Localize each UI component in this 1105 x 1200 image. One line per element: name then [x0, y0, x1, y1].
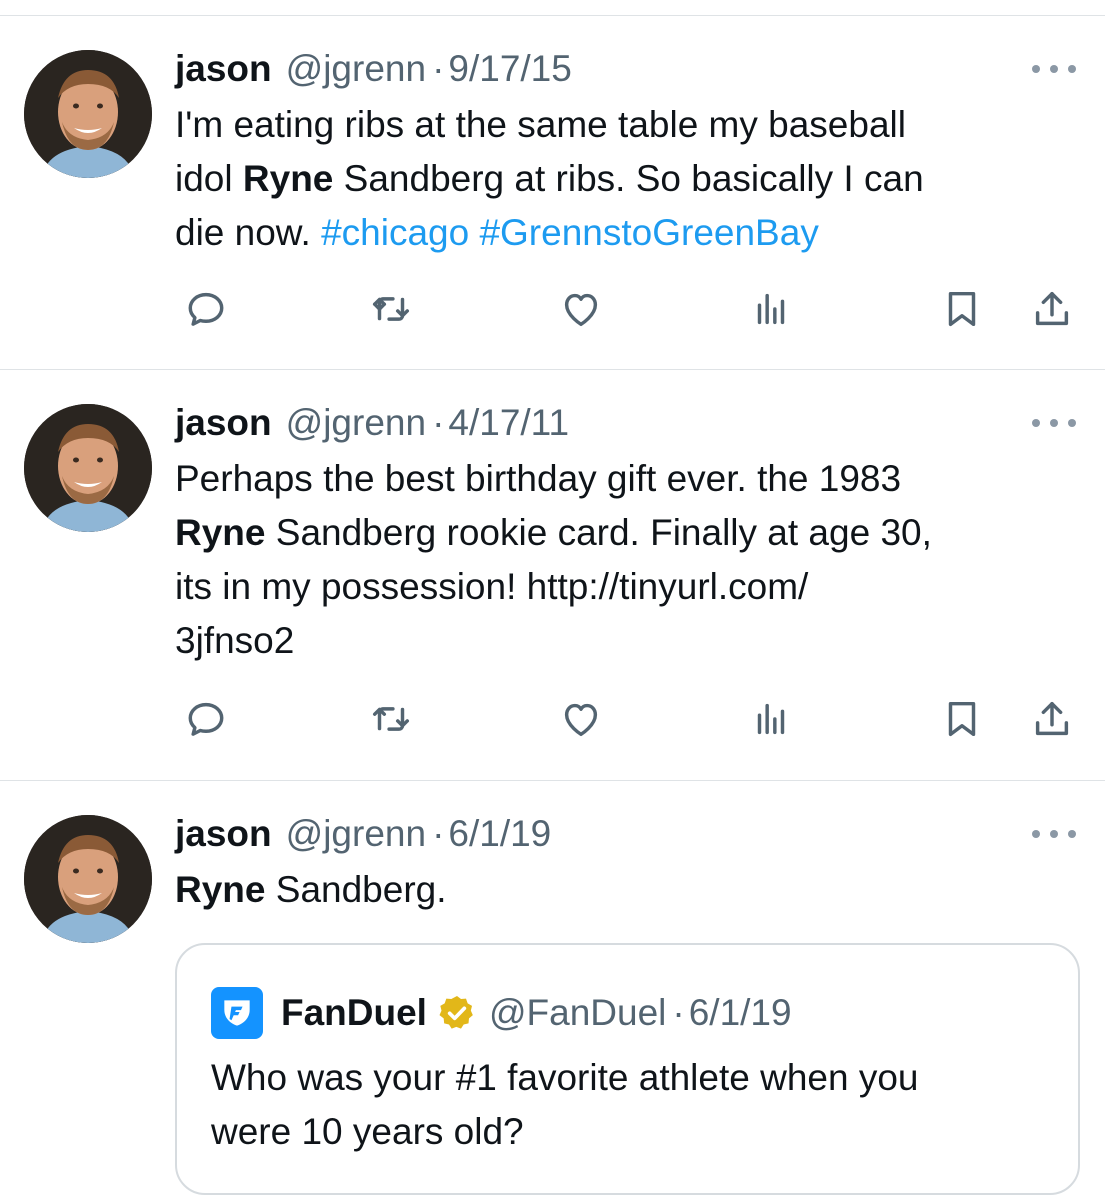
tweet[interactable]: jason @jgrenn · 9/17/15 I'm eating ribs … [0, 0, 1105, 369]
quoted-tweet-header: FanDuel @FanDuel · 6/1/19 [211, 983, 792, 1043]
quoted-tweet-text: Who was your #1 favorite athlete when yo… [211, 1051, 1051, 1159]
tweet-header: jason @jgrenn · 6/1/19 [175, 813, 551, 857]
more-icon[interactable] [1032, 59, 1076, 79]
author-name[interactable]: jason [175, 402, 272, 444]
quoted-tweet-date[interactable]: 6/1/19 [689, 992, 792, 1034]
tweet-text: I'm eating ribs at the same table my bas… [175, 98, 1075, 260]
quoted-author-handle[interactable]: @FanDuel [489, 992, 666, 1034]
tweet-text-line: I'm eating ribs at the same table my bas… [175, 104, 906, 145]
avatar[interactable] [24, 404, 152, 532]
bold-term: Ryne [175, 869, 266, 910]
bookmark-icon[interactable] [937, 694, 987, 744]
reply-icon[interactable] [181, 694, 231, 744]
tweet-text-line: Ryne Sandberg. [175, 863, 1075, 917]
avatar[interactable] [24, 50, 152, 178]
tweet-date[interactable]: 6/1/19 [448, 813, 551, 855]
text-segment: die now. [175, 212, 322, 253]
like-icon[interactable] [556, 284, 606, 334]
author-handle[interactable]: @jgrenn [286, 402, 426, 444]
tweet-text-line: idol Ryne Sandberg at ribs. So basically… [175, 152, 1075, 206]
tweet-date[interactable]: 9/17/15 [448, 48, 571, 90]
quoted-author-name[interactable]: FanDuel [281, 992, 427, 1034]
author-name[interactable]: jason [175, 48, 272, 90]
tweet-header: jason @jgrenn · 4/17/11 [175, 402, 569, 446]
tweet-text: Perhaps the best birthday gift ever. the… [175, 452, 1075, 668]
fanduel-logo [211, 987, 263, 1039]
tweet-text: Ryne Sandberg. [175, 863, 1075, 917]
bold-term: Ryne [175, 512, 266, 553]
avatar[interactable] [24, 815, 152, 943]
author-handle[interactable]: @jgrenn [286, 48, 426, 90]
more-icon[interactable] [1032, 413, 1076, 433]
hashtag-link[interactable]: #chicago [321, 212, 469, 253]
text-segment: Sandberg. [265, 869, 447, 910]
separator: · [432, 813, 445, 854]
separator: · [432, 48, 445, 89]
tweet-text-line: Ryne Sandberg rookie card. Finally at ag… [175, 506, 1075, 560]
quoted-text-line: were 10 years old? [211, 1111, 524, 1152]
share-icon[interactable] [1027, 694, 1077, 744]
action-bar [0, 284, 1105, 334]
tweet-date[interactable]: 4/17/11 [448, 402, 569, 444]
tweet-header: jason @jgrenn · 9/17/15 [175, 48, 572, 92]
hashtag-link[interactable]: #GrennstoGreenBay [479, 212, 818, 253]
more-icon[interactable] [1032, 824, 1076, 844]
tweet-text-line: die now. #chicago #GrennstoGreenBay [175, 206, 1075, 260]
like-icon[interactable] [556, 694, 606, 744]
quoted-text-line: Who was your #1 favorite athlete when yo… [211, 1057, 919, 1098]
views-icon[interactable] [746, 694, 796, 744]
share-icon[interactable] [1027, 284, 1077, 334]
tweet-text-line: 3jfnso2 [175, 620, 295, 661]
text-segment: Sandberg at ribs. So basically I can [333, 158, 924, 199]
reply-icon[interactable] [181, 284, 231, 334]
author-handle[interactable]: @jgrenn [286, 813, 426, 855]
retweet-icon[interactable] [366, 694, 416, 744]
separator: · [432, 402, 445, 443]
verified-icon [437, 993, 477, 1033]
retweet-icon[interactable] [366, 284, 416, 334]
text-segment: Sandberg rookie card. Finally at age 30, [265, 512, 932, 553]
tweet-text-line: Perhaps the best birthday gift ever. the… [175, 458, 902, 499]
author-name[interactable]: jason [175, 813, 272, 855]
action-bar [0, 694, 1105, 744]
tweet-text-line: its in my possession! http://tinyurl.com… [175, 566, 809, 607]
bold-term: Ryne [242, 158, 334, 199]
text-segment: idol [175, 158, 243, 199]
tweet[interactable]: jason @jgrenn · 4/17/11 Perhaps the best… [0, 370, 1105, 780]
views-icon[interactable] [746, 284, 796, 334]
separator: · [672, 992, 685, 1033]
bookmark-icon[interactable] [937, 284, 987, 334]
quoted-tweet[interactable]: FanDuel @FanDuel · 6/1/19 Who was your #… [175, 943, 1080, 1195]
